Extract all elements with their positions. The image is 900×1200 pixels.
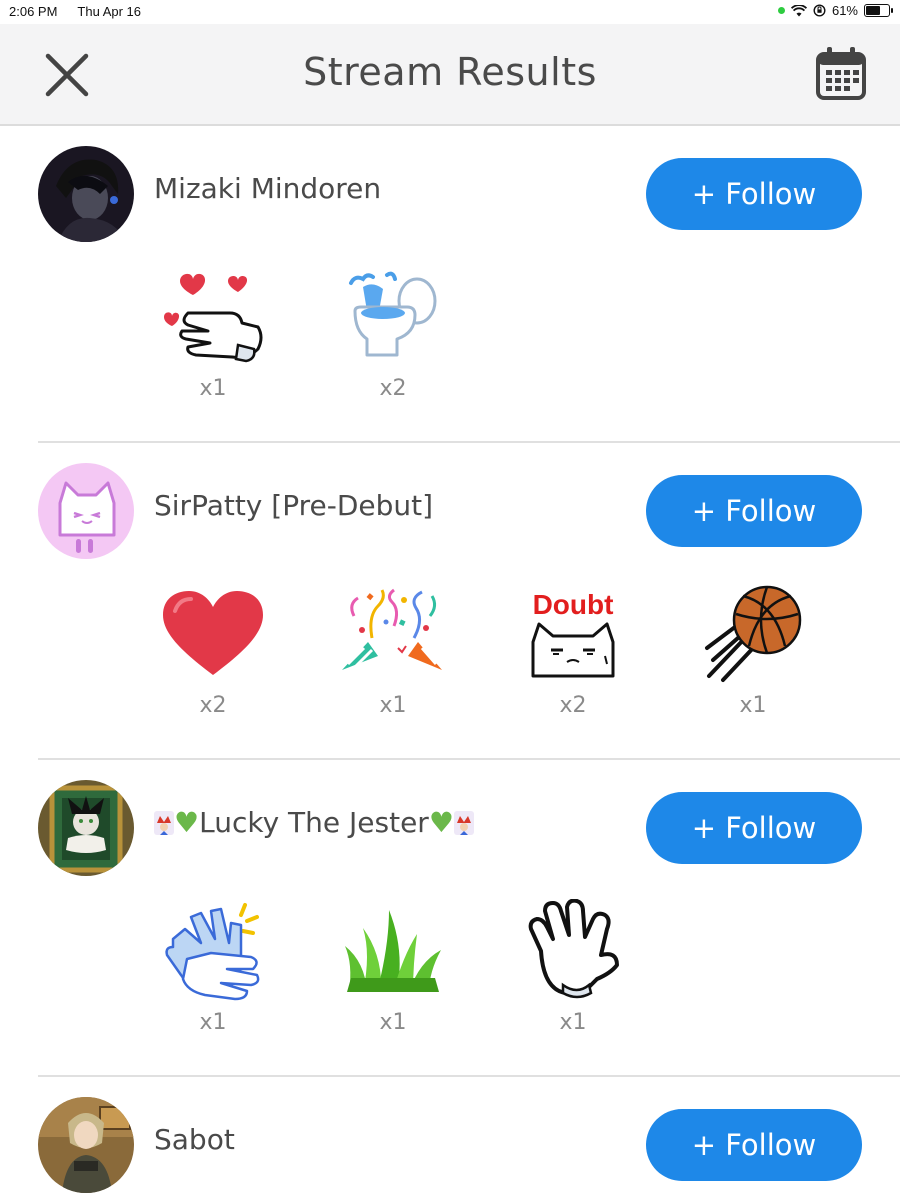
grass-icon: [345, 910, 441, 992]
username: SirPatty [Pre-Debut]: [154, 489, 434, 522]
avatar-image: [38, 1097, 134, 1193]
gift-item: x1: [153, 896, 333, 1035]
username: Sabot: [154, 1123, 235, 1156]
calendar-icon: [816, 47, 866, 100]
avatar[interactable]: [38, 1097, 134, 1193]
jester-emoji-icon: [453, 811, 474, 835]
status-time: 2:06 PM: [9, 4, 58, 19]
waving-hand-icon: [528, 899, 619, 999]
gift-count: x1: [379, 693, 407, 718]
gift-item: x2: [333, 262, 513, 401]
avatar[interactable]: [38, 146, 134, 242]
gift-count: x2: [379, 376, 407, 401]
user-card: Sabot + Follow: [38, 1077, 900, 1200]
doubt-text: Doubt: [533, 589, 614, 620]
avatar-image: [38, 780, 134, 876]
avatar[interactable]: [38, 780, 134, 876]
heart-icon: [163, 591, 263, 675]
hearts-hand-icon: [164, 273, 263, 363]
gift-count: x1: [559, 1010, 587, 1035]
toilet-icon: [349, 271, 437, 357]
gift-list: x2 x1 Doubt x2 x1: [153, 579, 873, 718]
username: ♥Lucky The Jester♥: [154, 806, 474, 839]
party-popper-icon: [342, 588, 442, 670]
user-card: SirPatty [Pre-Debut] + Follow x2 x1 Doub…: [38, 443, 900, 760]
green-heart-icon: ♥: [174, 806, 200, 839]
doubt-cat-icon: Doubt: [531, 589, 615, 678]
orientation-lock-icon: [813, 4, 826, 17]
gift-count: x2: [559, 693, 587, 718]
green-heart-icon: ♥: [428, 806, 454, 839]
gift-count: x1: [739, 693, 767, 718]
gift-count: x1: [199, 1010, 227, 1035]
page-title: Stream Results: [303, 50, 597, 94]
username: Mizaki Mindoren: [154, 172, 382, 205]
gift-item: Doubt x2: [513, 579, 693, 718]
follow-button[interactable]: + Follow: [646, 158, 862, 230]
gift-count: x1: [379, 1010, 407, 1035]
avatar-image: [38, 463, 134, 559]
header: Stream Results: [0, 24, 900, 126]
follow-button[interactable]: + Follow: [646, 1109, 862, 1181]
status-bar: 2:06 PM Thu Apr 16 61%: [0, 0, 900, 24]
gift-count: x1: [199, 376, 227, 401]
gift-item: x1: [513, 896, 693, 1035]
wifi-icon: [790, 4, 807, 16]
gift-item: x1: [693, 579, 873, 718]
follow-button[interactable]: + Follow: [646, 792, 862, 864]
gift-item: x1: [333, 579, 513, 718]
battery-percent: 61%: [831, 3, 858, 18]
gift-list: x1 x2: [153, 262, 513, 401]
avatar[interactable]: [38, 463, 134, 559]
calendar-button[interactable]: [812, 44, 870, 104]
camera-indicator-icon: [777, 7, 785, 14]
avatar-image: [38, 146, 134, 242]
username-text: Lucky The Jester: [199, 806, 429, 839]
gift-item: x2: [153, 579, 333, 718]
gift-count: x2: [199, 693, 227, 718]
user-card: ♥Lucky The Jester♥ + Follow x1 x1 x1: [38, 760, 900, 1077]
jester-emoji-icon: [154, 811, 174, 835]
basketball-icon: [705, 585, 802, 682]
user-card: Mizaki Mindoren + Follow x1 x2: [38, 126, 900, 443]
gift-item: x1: [333, 896, 513, 1035]
gift-list: x1 x1 x1: [153, 896, 693, 1035]
battery-icon: [864, 4, 893, 17]
follow-button[interactable]: + Follow: [646, 475, 862, 547]
clapping-hands-icon: [165, 903, 260, 1001]
status-date: Thu Apr 16: [77, 4, 142, 19]
gift-item: x1: [153, 262, 333, 401]
